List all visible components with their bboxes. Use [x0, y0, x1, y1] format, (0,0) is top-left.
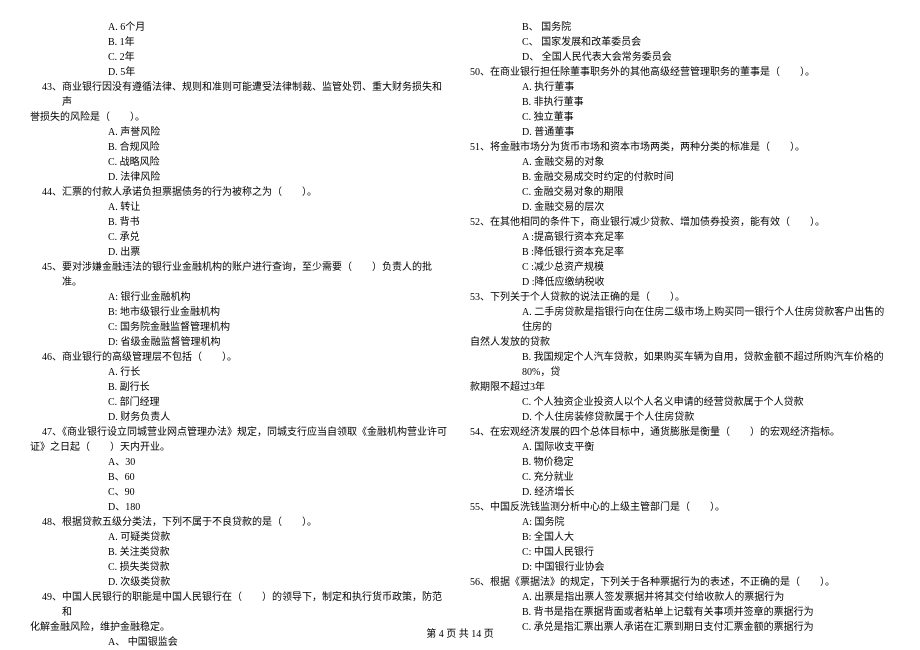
- q47-stem-line1: 47、《商业银行设立同城营业网点管理办法》规定，同城支行应当自领取《金融机构营业…: [30, 425, 450, 440]
- q42-option-c: C. 2年: [30, 50, 450, 65]
- q42-option-d: D. 5年: [30, 65, 450, 80]
- q49-option-c: C、 国家发展和改革委员会: [470, 35, 890, 50]
- q53-option-c: C. 个人独资企业投资人以个人名义申请的经营贷款属于个人贷款: [470, 395, 890, 410]
- q54-option-b: B. 物价稳定: [470, 455, 890, 470]
- q49-option-b: B、 国务院: [470, 20, 890, 35]
- q45-option-b: B: 地市级银行业金融机构: [30, 305, 450, 320]
- q45-option-d: D: 省级金融监督管理机构: [30, 335, 450, 350]
- q44-option-c: C. 承兑: [30, 230, 450, 245]
- q52-option-a: A :提高银行资本充足率: [470, 230, 890, 245]
- q47-option-c: C、90: [30, 485, 450, 500]
- q46-option-b: B. 副行长: [30, 380, 450, 395]
- q50-option-a: A. 执行董事: [470, 80, 890, 95]
- q50-option-d: D. 普通董事: [470, 125, 890, 140]
- q55-option-c: C: 中国人民银行: [470, 545, 890, 560]
- q46-option-c: C. 部门经理: [30, 395, 450, 410]
- q56-option-a: A. 出票是指出票人签发票据并将其交付给收款人的票据行为: [470, 590, 890, 605]
- q49-stem-line1: 49、中国人民银行的职能是中国人民银行在（ ）的领导下，制定和执行货币政策，防范…: [30, 590, 450, 620]
- q47-option-d: D、180: [30, 500, 450, 515]
- q55-stem: 55、中国反洗钱监测分析中心的上级主管部门是（ ）。: [470, 500, 890, 515]
- q47-option-a: A、30: [30, 455, 450, 470]
- q51-option-d: D. 金融交易的层次: [470, 200, 890, 215]
- q43-stem-line2: 誉损失的风险是（ ）。: [30, 110, 450, 125]
- q47-option-b: B、60: [30, 470, 450, 485]
- q54-stem: 54、在宏观经济发展的四个总体目标中，通货膨胀是衡量（ ）的宏观经济指标。: [470, 425, 890, 440]
- q43-stem-line1: 43、商业银行因没有遵循法律、规则和准则可能遭受法律制裁、监管处罚、重大财务损失…: [30, 80, 450, 110]
- q42-option-a: A. 6个月: [30, 20, 450, 35]
- q52-option-b: B :降低银行资本充足率: [470, 245, 890, 260]
- q55-option-d: D: 中国银行业协会: [470, 560, 890, 575]
- right-column: B、 国务院 C、 国家发展和改革委员会 D、 全国人民代表大会常务委员会 50…: [470, 20, 890, 650]
- q42-option-b: B. 1年: [30, 35, 450, 50]
- q48-option-b: B. 关注类贷款: [30, 545, 450, 560]
- q48-stem: 48、根据贷款五级分类法，下列不属于不良贷款的是（ ）。: [30, 515, 450, 530]
- q45-stem: 45、要对涉嫌金融违法的银行业金融机构的账户进行查询，至少需要（ ）负责人的批准…: [30, 260, 450, 290]
- q46-option-a: A. 行长: [30, 365, 450, 380]
- q44-option-a: A. 转让: [30, 200, 450, 215]
- q56-stem: 56、根据《票据法》的规定，下列关于各种票据行为的表述，不正确的是（ ）。: [470, 575, 890, 590]
- q53-option-d: D. 个人住房装修贷款属于个人住房贷款: [470, 410, 890, 425]
- q45-option-a: A: 银行业金融机构: [30, 290, 450, 305]
- q45-option-c: C: 国务院金融监督管理机构: [30, 320, 450, 335]
- q51-option-a: A. 金融交易的对象: [470, 155, 890, 170]
- q53-option-a-line2: 自然人发放的贷款: [470, 335, 890, 350]
- q50-stem: 50、在商业银行担任除董事职务外的其他高级经营管理职务的董事是（ ）。: [470, 65, 890, 80]
- q51-stem: 51、将金融市场分为货币市场和资本市场两类，两种分类的标准是（ ）。: [470, 140, 890, 155]
- q49-option-d: D、 全国人民代表大会常务委员会: [470, 50, 890, 65]
- q52-option-d: D :降低应缴纳税收: [470, 275, 890, 290]
- q46-stem: 46、商业银行的高级管理层不包括（ ）。: [30, 350, 450, 365]
- q54-option-d: D. 经济增长: [470, 485, 890, 500]
- q43-option-b: B. 合规风险: [30, 140, 450, 155]
- q48-option-a: A. 可疑类贷款: [30, 530, 450, 545]
- q43-option-c: C. 战略风险: [30, 155, 450, 170]
- q50-option-b: B. 非执行董事: [470, 95, 890, 110]
- q51-option-c: C. 金融交易对象的期限: [470, 185, 890, 200]
- q43-option-d: D. 法律风险: [30, 170, 450, 185]
- q53-stem: 53、下列关于个人贷款的说法正确的是（ ）。: [470, 290, 890, 305]
- q53-option-a-line1: A. 二手房贷款是指银行向在住房二级市场上购买同一银行个人住房贷款客户出售的住房…: [470, 305, 890, 335]
- q55-option-a: A: 国务院: [470, 515, 890, 530]
- q52-option-c: C :减少总资产规模: [470, 260, 890, 275]
- left-column: A. 6个月 B. 1年 C. 2年 D. 5年 43、商业银行因没有遵循法律、…: [30, 20, 450, 650]
- q44-stem: 44、汇票的付款人承诺负担票据债务的行为被称之为（ ）。: [30, 185, 450, 200]
- q51-option-b: B. 金融交易成交时约定的付款时间: [470, 170, 890, 185]
- q54-option-c: C. 充分就业: [470, 470, 890, 485]
- q54-option-a: A. 国际收支平衡: [470, 440, 890, 455]
- q43-option-a: A. 声誉风险: [30, 125, 450, 140]
- q52-stem: 52、在其他相同的条件下，商业银行减少贷款、增加债券投资，能有效（ ）。: [470, 215, 890, 230]
- q44-option-b: B. 背书: [30, 215, 450, 230]
- q46-option-d: D. 财务负责人: [30, 410, 450, 425]
- q48-option-d: D. 次级类贷款: [30, 575, 450, 590]
- q44-option-d: D. 出票: [30, 245, 450, 260]
- q53-option-b-line2: 款期限不超过3年: [470, 380, 890, 395]
- q56-option-b: B. 背书是指在票据背面或者粘单上记载有关事项并签章的票据行为: [470, 605, 890, 620]
- q53-option-b-line1: B. 我国规定个人汽车贷款，如果购买车辆为自用，贷款金额不超过所购汽车价格的80…: [470, 350, 890, 380]
- q47-stem-line2: 证》之日起（ ）天内开业。: [30, 440, 450, 455]
- q55-option-b: B: 全国人大: [470, 530, 890, 545]
- q48-option-c: C. 损失类贷款: [30, 560, 450, 575]
- page-footer: 第 4 页 共 14 页: [0, 627, 920, 642]
- q50-option-c: C. 独立董事: [470, 110, 890, 125]
